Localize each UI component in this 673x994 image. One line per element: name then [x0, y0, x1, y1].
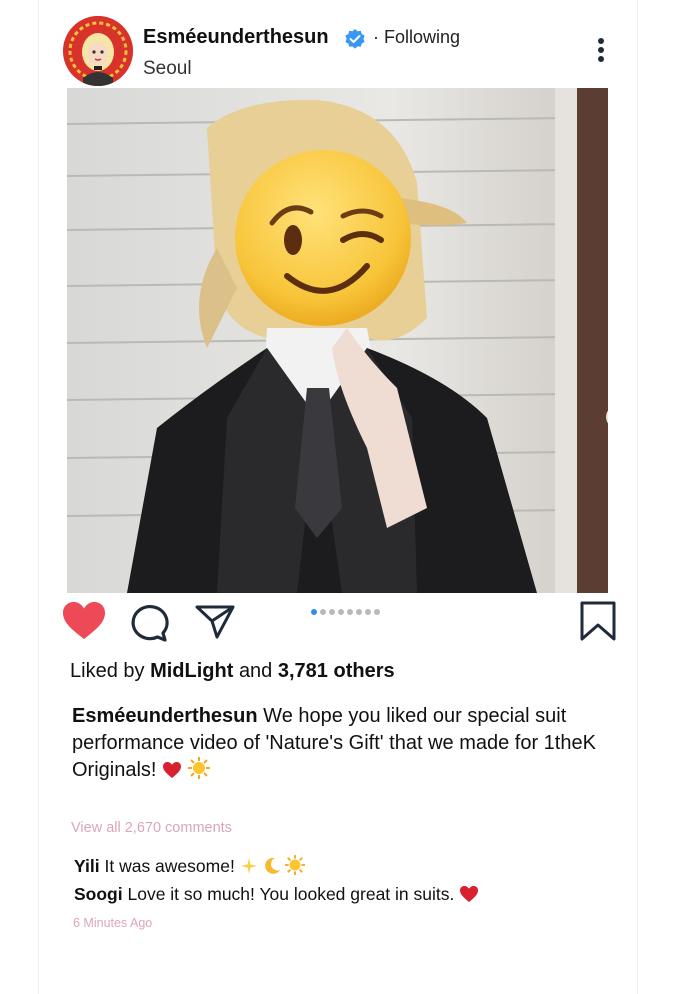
avatar-image — [63, 16, 133, 86]
post-timestamp: 6 Minutes Ago — [73, 916, 153, 930]
carousel-dot[interactable] — [374, 609, 380, 615]
follow-status[interactable]: · Following — [373, 27, 460, 48]
liked-by-prefix: Liked by — [70, 660, 145, 682]
bookmark-icon[interactable] — [579, 601, 617, 641]
comment-username[interactable]: Yili — [74, 856, 100, 876]
red-heart-emoji — [163, 762, 182, 778]
carousel-indicator — [311, 609, 380, 615]
liked-by-count[interactable]: 3,781 others — [278, 660, 395, 682]
post-caption: Esméeunderthesun We hope you liked our s… — [72, 703, 612, 784]
post-image — [67, 88, 608, 593]
carousel-dot[interactable] — [365, 609, 371, 615]
comment-text: It was awesome! — [104, 856, 235, 876]
paper-plane-icon[interactable] — [193, 601, 237, 641]
carousel-dot[interactable] — [338, 609, 344, 615]
sparkles-emoji — [240, 858, 257, 874]
post-photo[interactable]: › — [67, 88, 608, 593]
sun-with-face-emoji — [187, 757, 210, 779]
red-heart-emoji — [460, 886, 479, 902]
more-vertical-icon[interactable] — [595, 38, 607, 66]
carousel-dot[interactable] — [347, 609, 353, 615]
liked-by-and: and — [238, 660, 273, 682]
crescent-moon-emoji — [264, 857, 280, 874]
action-bar — [39, 593, 637, 647]
post-username[interactable]: Esméeunderthesun — [143, 26, 329, 49]
post-location[interactable]: Seoul — [143, 58, 192, 80]
carousel-dot[interactable] — [329, 609, 335, 615]
comment-item: Yili It was awesome! — [74, 855, 306, 877]
heart-icon[interactable] — [61, 601, 107, 641]
liked-by-user[interactable]: MidLight — [150, 660, 233, 682]
verified-badge-icon — [345, 29, 365, 49]
sun-with-face-emoji — [285, 855, 306, 875]
comment-username[interactable]: Soogi — [74, 884, 123, 904]
view-all-comments-link[interactable]: View all 2,670 comments — [71, 820, 232, 836]
carousel-dot[interactable] — [356, 609, 362, 615]
comment-text: Love it so much! You looked great in sui… — [127, 884, 455, 904]
likes-summary: Liked by MidLight and 3,781 others — [70, 660, 395, 683]
avatar[interactable] — [63, 16, 133, 86]
post-header: Esméeunderthesun · Following Seoul — [39, 0, 637, 88]
comment-item: Soogi Love it so much! You looked great … — [74, 884, 479, 905]
caption-username[interactable]: Esméeunderthesun — [72, 705, 258, 727]
comment-icon[interactable] — [129, 603, 169, 643]
carousel-dot[interactable] — [311, 609, 317, 615]
post-card: Esméeunderthesun · Following Seoul Liked… — [38, 0, 638, 994]
carousel-dot[interactable] — [320, 609, 326, 615]
